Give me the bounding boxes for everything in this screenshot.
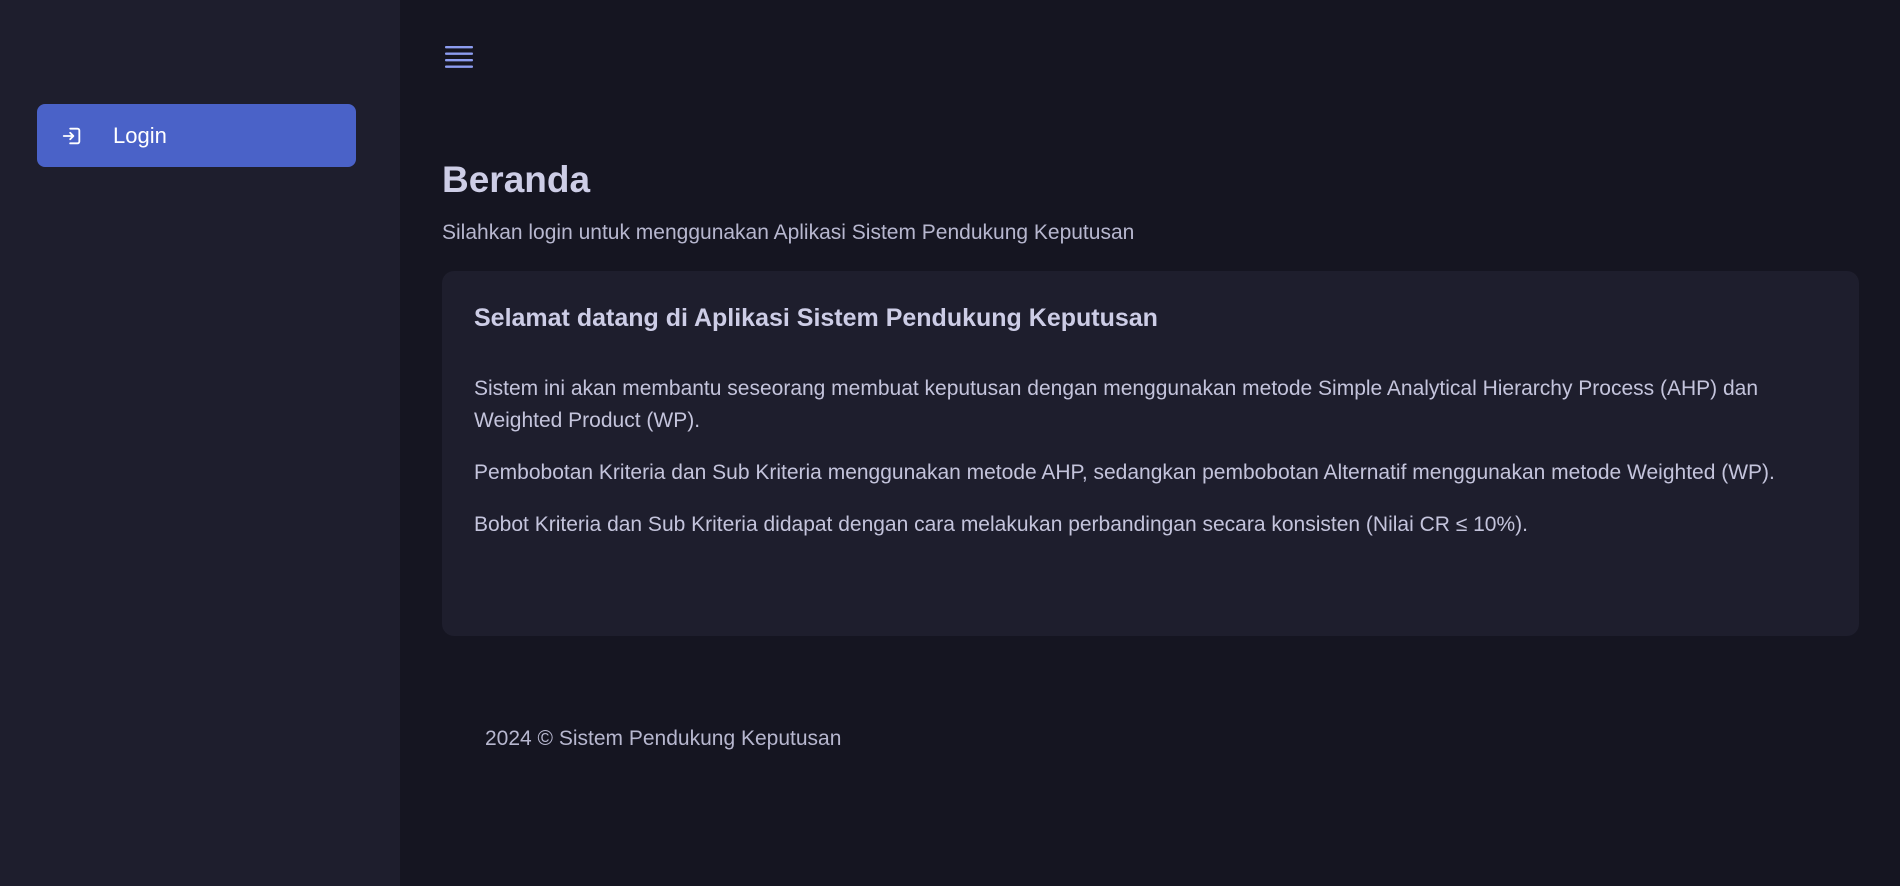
- hamburger-menu-icon[interactable]: [443, 44, 475, 72]
- card-paragraph: Sistem ini akan membantu seseorang membu…: [474, 376, 1759, 432]
- sidebar: Login: [0, 0, 400, 886]
- main-content: Beranda Silahkan login untuk menggunakan…: [400, 0, 1900, 886]
- page-title: Beranda: [442, 159, 591, 200]
- card-paragraph: Bobot Kriteria dan Sub Kriteria didapat …: [474, 512, 1528, 536]
- page-subtitle: Silahkan login untuk menggunakan Aplikas…: [442, 221, 1135, 244]
- sidebar-item-login[interactable]: Login: [37, 104, 356, 167]
- welcome-card: Selamat datang di Aplikasi Sistem Penduk…: [442, 271, 1859, 636]
- card-title: Selamat datang di Aplikasi Sistem Penduk…: [474, 304, 1158, 332]
- sidebar-item-label: Login: [113, 122, 167, 148]
- login-icon: [60, 124, 84, 148]
- card-paragraph: Pembobotan Kriteria dan Sub Kriteria men…: [474, 460, 1775, 484]
- footer-copyright: 2024 © Sistem Pendukung Keputusan: [485, 727, 842, 750]
